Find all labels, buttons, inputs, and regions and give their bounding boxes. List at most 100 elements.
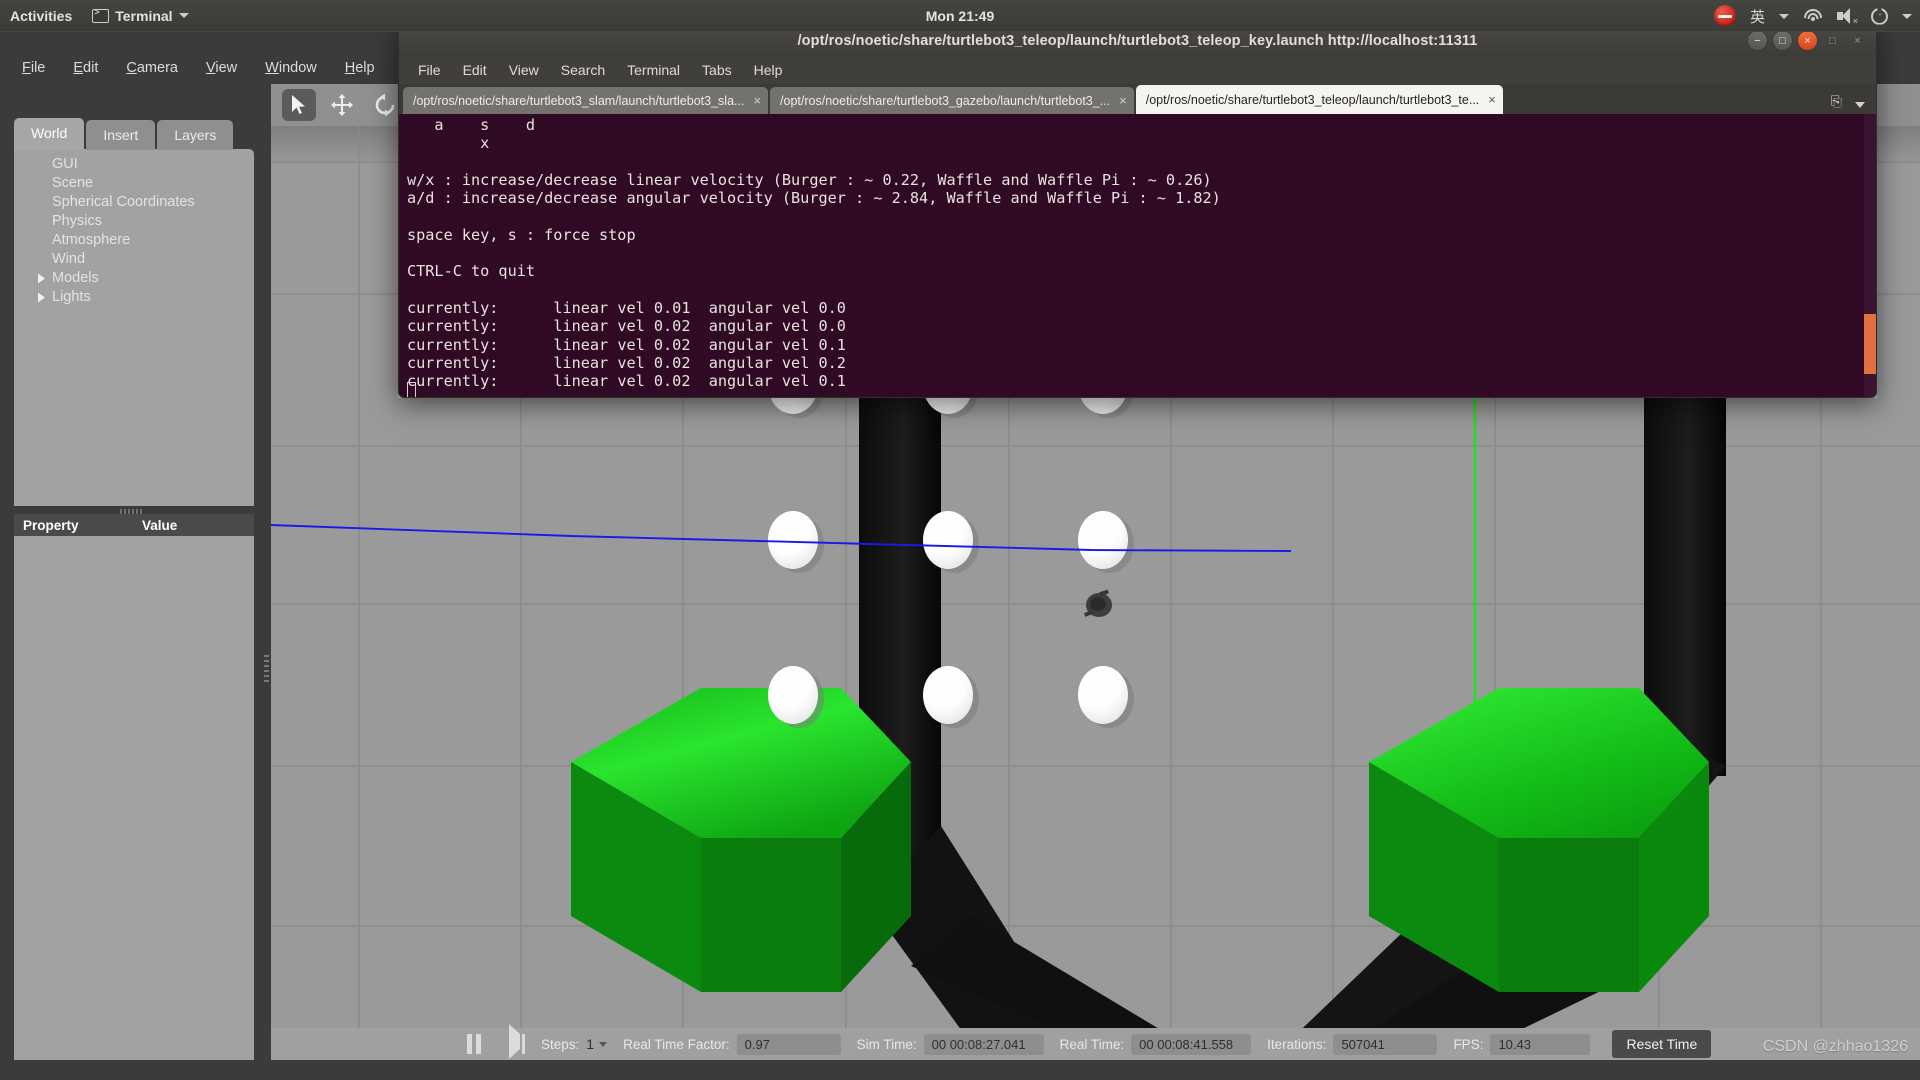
select-mode-button[interactable] (282, 89, 316, 121)
gz-menu-file[interactable]: File (8, 57, 59, 79)
tree-label: Models (52, 270, 99, 286)
rotate-mode-button[interactable] (368, 89, 402, 121)
cylinder (1078, 666, 1128, 724)
tray-chevron-down-icon[interactable] (1902, 13, 1912, 19)
steps-chevron-down-icon[interactable] (599, 1041, 608, 1047)
close-icon[interactable]: × (753, 93, 761, 108)
tab-label: /opt/ros/noetic/share/turtlebot3_gazebo/… (780, 93, 1111, 108)
close-icon[interactable]: × (1488, 92, 1496, 107)
tab-label: /opt/ros/noetic/share/turtlebot3_slam/la… (413, 93, 745, 108)
close-button[interactable]: × (1797, 30, 1818, 51)
restore-ghost-button[interactable]: □ (1822, 30, 1843, 51)
gz-menu-help[interactable]: Help (331, 57, 389, 79)
tree-item-models[interactable]: Models (14, 269, 254, 288)
scrollbar-thumb[interactable] (1864, 314, 1876, 374)
window-controls: − □ × □ × (1747, 30, 1868, 51)
app-menu-button[interactable]: Terminal (82, 0, 198, 32)
terminal-title: /opt/ros/noetic/share/turtlebot3_teleop/… (797, 32, 1478, 49)
maximize-button[interactable]: □ (1772, 30, 1793, 51)
terminal-scrollbar[interactable] (1864, 114, 1876, 397)
tree-item-gui[interactable]: GUI (14, 149, 254, 174)
property-column-header: Property (23, 517, 79, 533)
tree-item-atmosphere[interactable]: Atmosphere (14, 231, 254, 250)
tab-layers[interactable]: Layers (157, 120, 234, 150)
tree-item-physics[interactable]: Physics (14, 212, 254, 231)
new-tab-icon[interactable]: ⎘ (1831, 93, 1842, 110)
cylinder (923, 511, 973, 569)
tree-label: GUI (52, 156, 78, 172)
terminal-icon (92, 8, 110, 23)
terminal-output-area[interactable]: a s d x w/x : increase/decrease linear v… (398, 114, 1877, 398)
steps-value[interactable]: 1 (586, 1036, 594, 1052)
term-menu-search[interactable]: Search (550, 59, 616, 81)
chevron-down-icon (178, 13, 189, 18)
tab-label: /opt/ros/noetic/share/turtlebot3_teleop/… (1145, 92, 1480, 107)
cylinder (1078, 511, 1128, 569)
value-column-header: Value (142, 517, 178, 533)
terminal-tab-gazebo[interactable]: /opt/ros/noetic/share/turtlebot3_gazebo/… (770, 87, 1134, 114)
tab-insert[interactable]: Insert (86, 120, 156, 150)
term-menu-terminal[interactable]: Terminal (616, 59, 691, 81)
minimize-button[interactable]: − (1747, 30, 1768, 51)
terminal-tab-slam[interactable]: /opt/ros/noetic/share/turtlebot3_slam/la… (403, 87, 769, 114)
term-menu-tabs[interactable]: Tabs (691, 59, 743, 81)
do-not-disturb-icon[interactable] (1713, 5, 1736, 27)
step-forward-icon[interactable] (509, 1024, 525, 1059)
term-menu-view[interactable]: View (498, 59, 550, 81)
tree-label: Spherical Coordinates (52, 194, 195, 210)
real-time-factor-value: 0.97 (736, 1033, 841, 1055)
cylinder (768, 666, 818, 724)
gazebo-left-panel: World Insert Layers GUI Scene Spherical … (0, 82, 262, 1080)
watermark: CSDN @zhhao1326 (1762, 1038, 1908, 1055)
chevron-right-icon[interactable] (38, 273, 45, 284)
gazebo-status-bar: Steps: 1 Real Time Factor: 0.97 Sim Time… (271, 1024, 1920, 1060)
wifi-icon[interactable] (1803, 8, 1823, 24)
tree-item-spherical-coordinates[interactable]: Spherical Coordinates (14, 193, 254, 212)
tree-item-wind[interactable]: Wind (14, 250, 254, 269)
gazebo-menu-bar: File Edit Camera View Window Help (0, 54, 389, 82)
iterations-value: 507041 (1333, 1033, 1438, 1055)
terminal-tab-teleop[interactable]: /opt/ros/noetic/share/turtlebot3_teleop/… (1135, 85, 1503, 114)
cylinder (768, 511, 818, 569)
clock[interactable]: Mon 21:49 (926, 8, 994, 24)
fps-value: 10.43 (1490, 1033, 1591, 1055)
tree-label: Scene (52, 175, 94, 191)
gnome-top-bar: Activities Terminal Mon 21:49 英 × (0, 0, 1920, 32)
window-bottom-edge (0, 1060, 1920, 1080)
close-ghost-button[interactable]: × (1847, 30, 1868, 51)
volume-muted-icon[interactable]: × (1837, 8, 1858, 26)
cylinder (923, 666, 973, 724)
sim-time-value: 00 00:08:27.041 (923, 1033, 1044, 1055)
gz-menu-camera[interactable]: Camera (112, 57, 192, 79)
power-icon[interactable] (1871, 7, 1888, 25)
ime-chevron-down-icon[interactable] (1779, 13, 1789, 19)
tree-label: Wind (52, 251, 86, 267)
reset-time-button[interactable]: Reset Time (1612, 1030, 1712, 1058)
chevron-right-icon[interactable] (38, 292, 45, 303)
terminal-menu-bar: File Edit View Search Terminal Tabs Help (398, 56, 1877, 84)
steps-label: Steps: (541, 1036, 580, 1052)
tree-item-scene[interactable]: Scene (14, 174, 254, 193)
property-table-header: Property Value (14, 514, 254, 536)
close-icon[interactable]: × (1119, 93, 1127, 108)
gz-menu-view[interactable]: View (192, 57, 251, 79)
activities-button[interactable]: Activities (0, 0, 82, 32)
ime-label[interactable]: 英 (1750, 6, 1765, 27)
term-menu-file[interactable]: File (407, 59, 452, 81)
sim-time-label: Sim Time: (856, 1036, 917, 1052)
tree-label: Physics (52, 213, 102, 229)
app-menu-label: Terminal (115, 7, 173, 24)
term-menu-help[interactable]: Help (743, 59, 794, 81)
tree-item-lights[interactable]: Lights (14, 288, 254, 307)
pause-icon[interactable] (467, 1034, 483, 1054)
tab-world[interactable]: World (14, 118, 85, 150)
panel-vertical-splitter[interactable] (262, 82, 271, 1080)
translate-mode-button[interactable] (325, 89, 359, 121)
tab-list-chevron-down-icon[interactable] (1855, 102, 1865, 108)
splitter-grip[interactable] (264, 655, 269, 683)
term-menu-edit[interactable]: Edit (452, 59, 498, 81)
gazebo-panel-tabs: World Insert Layers (14, 118, 234, 150)
terminal-cursor (407, 382, 416, 397)
gz-menu-window[interactable]: Window (251, 57, 331, 79)
gz-menu-edit[interactable]: Edit (59, 57, 112, 79)
